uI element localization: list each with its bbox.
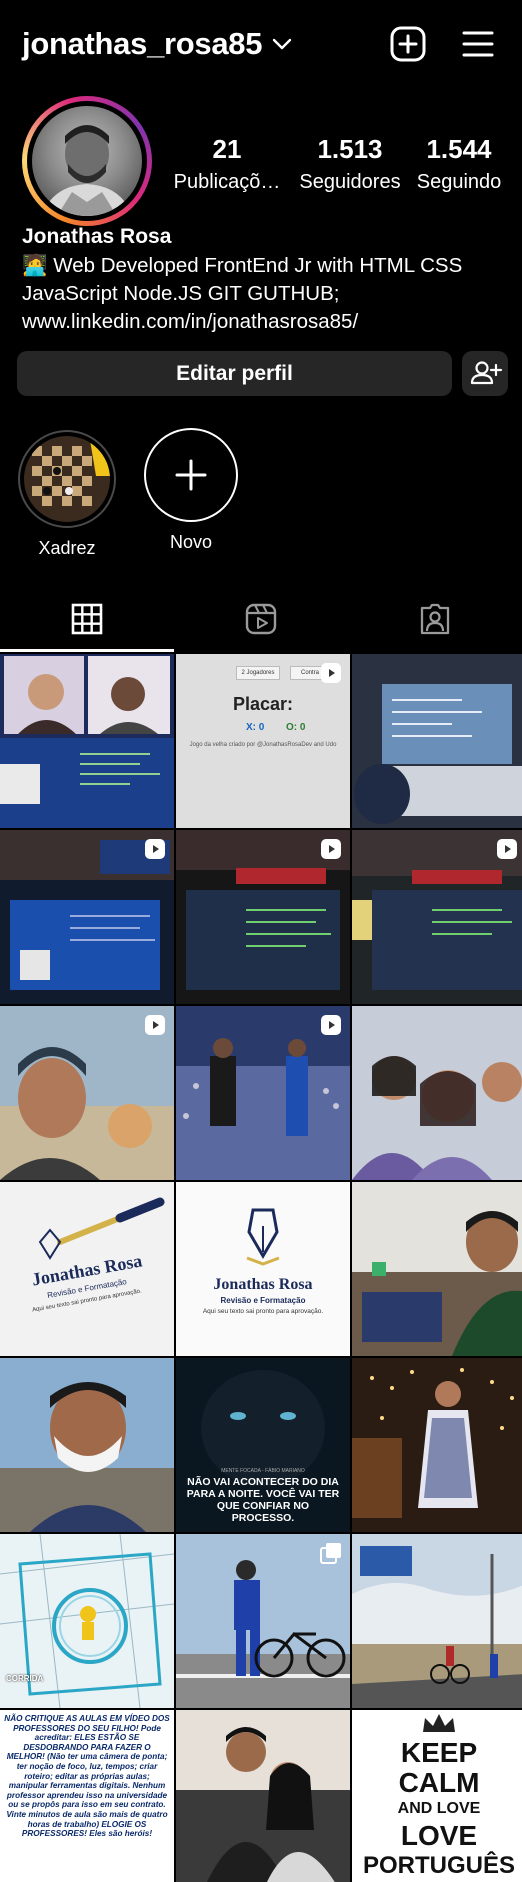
post-thumbnail[interactable]: Jonathas Rosa Revisão e Formatação Aqui … <box>176 1182 350 1356</box>
reel-icon <box>145 839 165 859</box>
stat-posts[interactable]: 21 Publicaçõ… <box>166 134 288 194</box>
post-thumbnail[interactable] <box>352 1182 522 1356</box>
post-thumbnail[interactable]: Jonathas Rosa Revisão e Formatação Aqui … <box>0 1182 174 1356</box>
chevron-down-icon[interactable] <box>270 34 294 54</box>
top-bar: jonathas_rosa85 <box>0 0 522 88</box>
carousel-icon <box>320 1543 341 1564</box>
post-thumbnail[interactable]: CORRIDA <box>0 1534 174 1708</box>
post-thumbnail[interactable]: KEEP CALM AND LOVE LOVE PORTUGUÊS <box>352 1710 522 1882</box>
post-thumbnail[interactable] <box>0 1006 174 1180</box>
tagged-user-icon <box>420 603 450 635</box>
post-thumbnail[interactable]: NÃO CRITIQUE AS AULAS EM VÍDEO DOS PROFE… <box>0 1710 174 1882</box>
tab-tagged[interactable] <box>348 588 522 652</box>
account-username[interactable]: jonathas_rosa85 <box>22 26 262 62</box>
stat-followers[interactable]: 1.513 Seguidores <box>289 134 411 194</box>
reel-icon <box>321 1015 341 1035</box>
post-thumbnail[interactable] <box>176 1710 350 1882</box>
profile-bio: 🧑‍💻 Web Developed FrontEnd Jr with HTML … <box>22 252 512 336</box>
tab-posts-grid[interactable] <box>0 588 174 652</box>
bio-line: JavaScript Node.JS GIT GUTHUB; <box>22 282 340 305</box>
reel-icon <box>145 1015 165 1035</box>
highlight-xadrez[interactable]: Xadrez <box>12 430 122 559</box>
post-thumbnail[interactable] <box>352 1358 522 1532</box>
crown-icon <box>423 1714 455 1732</box>
avatar <box>32 106 142 216</box>
reel-icon <box>497 839 517 859</box>
post-thumbnail[interactable] <box>176 830 350 1004</box>
post-thumbnail[interactable] <box>176 1006 350 1180</box>
post-thumbnail[interactable]: 2 Jogadores Contra Placar: X: 0 O: 0 Jog… <box>176 654 350 828</box>
add-person-icon <box>470 361 503 385</box>
profile-full-name: Jonathas Rosa <box>22 225 172 248</box>
edit-profile-button[interactable]: Editar perfil <box>17 351 452 396</box>
highlight-new[interactable]: Novo <box>136 428 246 553</box>
new-post-icon[interactable] <box>388 24 428 64</box>
reel-icon <box>321 663 341 683</box>
post-thumbnail[interactable] <box>352 1006 522 1180</box>
reel-icon <box>321 839 341 859</box>
reels-icon <box>245 603 277 635</box>
discover-people-button[interactable] <box>462 351 508 396</box>
profile-avatar-story-ring[interactable] <box>22 96 152 226</box>
highlight-chess-cover <box>24 436 110 522</box>
avatar-portrait <box>42 125 132 216</box>
tab-reels[interactable] <box>174 588 348 652</box>
pen-nib-logo-icon <box>246 1208 280 1266</box>
post-thumbnail[interactable] <box>352 654 522 828</box>
profile-tabs <box>0 588 522 652</box>
grid-icon <box>71 603 103 635</box>
post-thumbnail[interactable] <box>352 1534 522 1708</box>
post-thumbnail[interactable] <box>0 830 174 1004</box>
post-thumbnail[interactable] <box>176 1534 350 1708</box>
plus-icon <box>175 459 207 491</box>
bio-link[interactable]: www.linkedin.com/in/jonathasrosa85/ <box>22 308 512 336</box>
post-thumbnail[interactable] <box>0 654 174 828</box>
hamburger-menu-icon[interactable] <box>458 24 498 64</box>
bio-line: 🧑‍💻 Web Developed FrontEnd Jr with HTML … <box>22 254 463 277</box>
post-thumbnail[interactable]: MENTE FOCADA - FÁBIO MARIANO NÃO VAI ACO… <box>176 1358 350 1532</box>
post-thumbnail[interactable] <box>0 1358 174 1532</box>
post-thumbnail[interactable] <box>352 830 522 1004</box>
stat-following[interactable]: 1.544 Seguindo <box>398 134 520 194</box>
